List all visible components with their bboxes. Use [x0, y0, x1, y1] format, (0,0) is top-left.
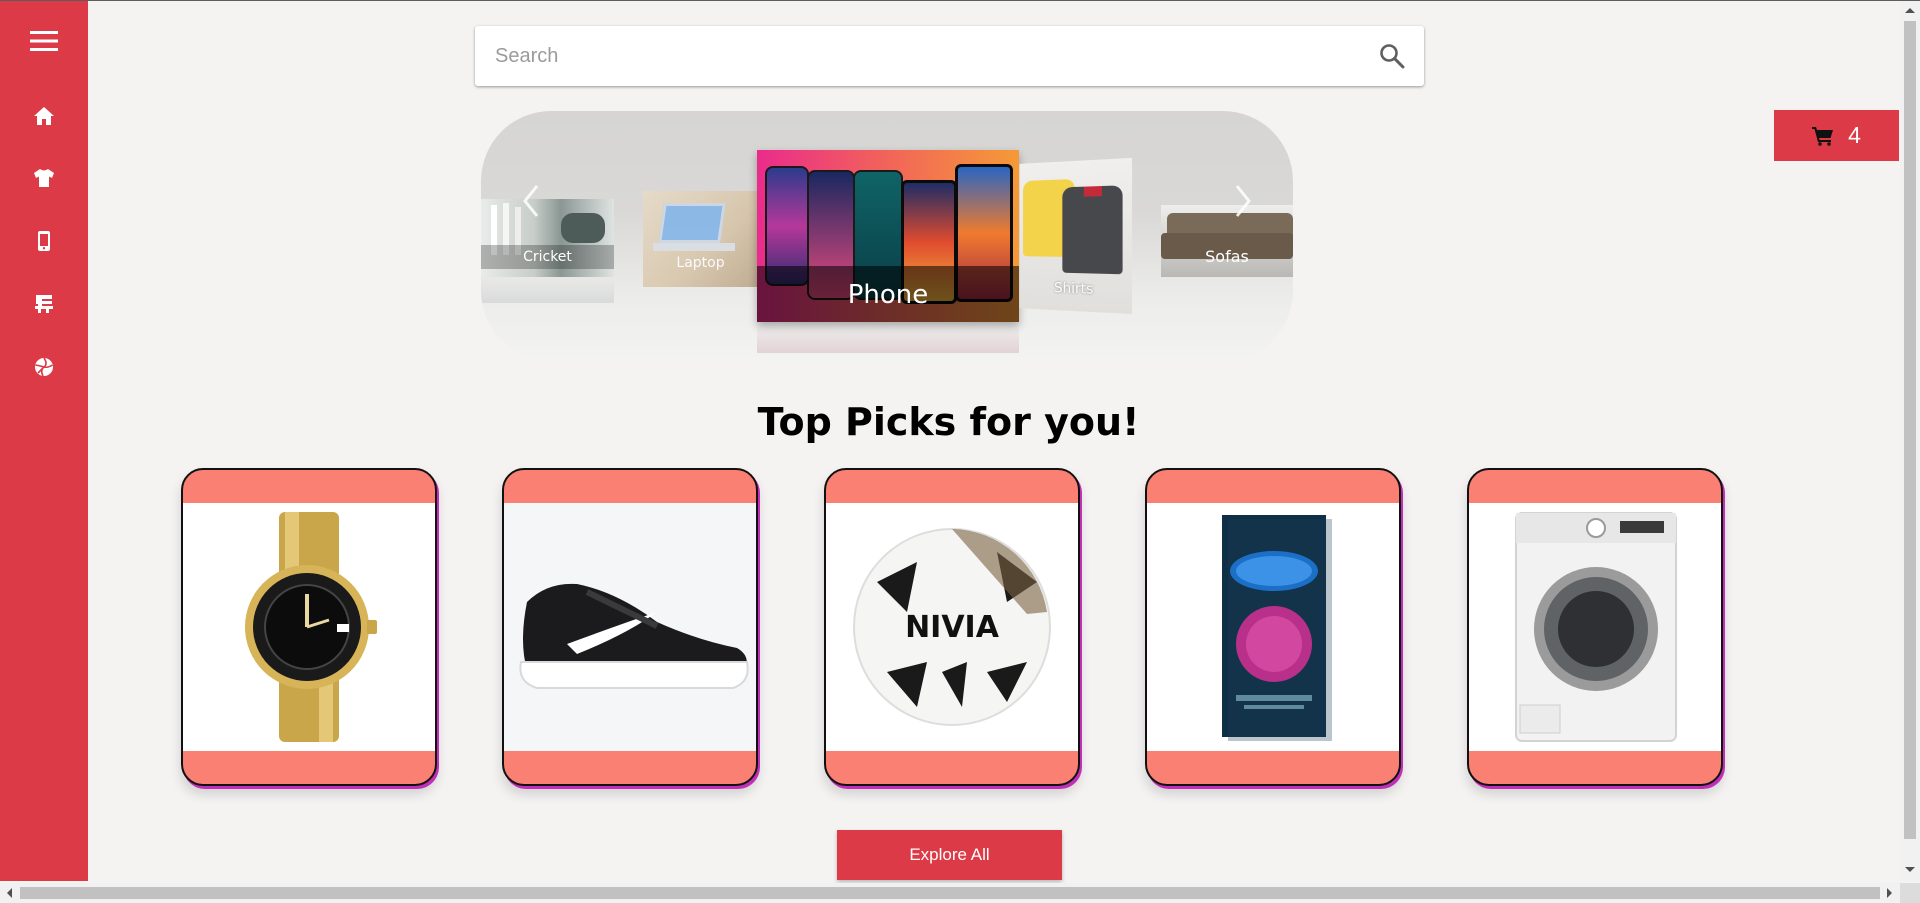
product-card-durex[interactable] — [1145, 468, 1401, 786]
carousel-label-sofas: Sofas — [1205, 247, 1249, 266]
product-card-football[interactable]: NIVIA — [824, 468, 1080, 786]
hamburger-icon[interactable] — [24, 21, 64, 61]
durex-image — [1147, 503, 1399, 751]
product-card-shoe[interactable] — [502, 468, 758, 786]
horizontal-scroll-thumb[interactable] — [20, 887, 1880, 899]
carousel-next-button[interactable] — [1233, 183, 1253, 219]
reflection — [757, 323, 1019, 353]
carousel-label-shirts: Shirts — [1054, 280, 1094, 298]
product-card-washing-machine[interactable] — [1467, 468, 1723, 786]
explore-all-button[interactable]: Explore All — [837, 830, 1062, 880]
reflection — [481, 279, 614, 303]
carousel-slide-phone[interactable]: Phone — [757, 150, 1019, 322]
vertical-scroll-thumb[interactable] — [1904, 21, 1916, 839]
category-carousel: Cricket Laptop Phone Shirts Sofas — [481, 111, 1293, 361]
scroll-down-icon[interactable] — [1905, 867, 1915, 872]
search-icon[interactable] — [1378, 42, 1406, 70]
vertical-scrollbar[interactable] — [1900, 1, 1920, 881]
product-card-watch[interactable] — [181, 468, 437, 786]
mobile-icon[interactable] — [24, 221, 64, 261]
carousel-slide-sofas[interactable]: Sofas — [1161, 205, 1293, 277]
carousel-label-phone: Phone — [847, 280, 929, 310]
watch-image — [183, 503, 435, 751]
search-input[interactable] — [495, 40, 1325, 72]
carousel-slide-shirts[interactable]: Shirts — [1019, 157, 1133, 315]
football-image: NIVIA — [826, 503, 1078, 751]
carousel-slide-laptop[interactable]: Laptop — [643, 191, 758, 287]
scroll-left-icon[interactable] — [7, 888, 12, 898]
scrollbar-corner — [1900, 883, 1920, 903]
carousel-label-laptop: Laptop — [676, 255, 725, 271]
window-top-border — [0, 0, 1920, 1]
cart-count: 4 — [1848, 122, 1861, 148]
horizontal-scrollbar[interactable] — [0, 883, 1900, 903]
carousel-slide-cricket[interactable]: Cricket — [481, 199, 614, 277]
home-icon[interactable] — [24, 96, 64, 136]
svg-text:NIVIA: NIVIA — [905, 610, 1000, 645]
cart-button[interactable]: 4 — [1774, 110, 1899, 161]
search-bar — [475, 26, 1424, 86]
page-heading: Top Picks for you! — [757, 400, 1140, 444]
shoe-image — [504, 503, 756, 751]
cart-icon — [1812, 126, 1834, 146]
carousel-prev-button[interactable] — [521, 183, 541, 219]
chair-icon[interactable] — [24, 284, 64, 324]
washing-machine-image — [1469, 503, 1721, 751]
carousel-label-cricket: Cricket — [481, 245, 614, 269]
scroll-right-icon[interactable] — [1887, 888, 1892, 898]
tshirt-icon[interactable] — [24, 158, 64, 198]
scroll-up-icon[interactable] — [1905, 8, 1915, 13]
ball-icon[interactable] — [24, 347, 64, 387]
